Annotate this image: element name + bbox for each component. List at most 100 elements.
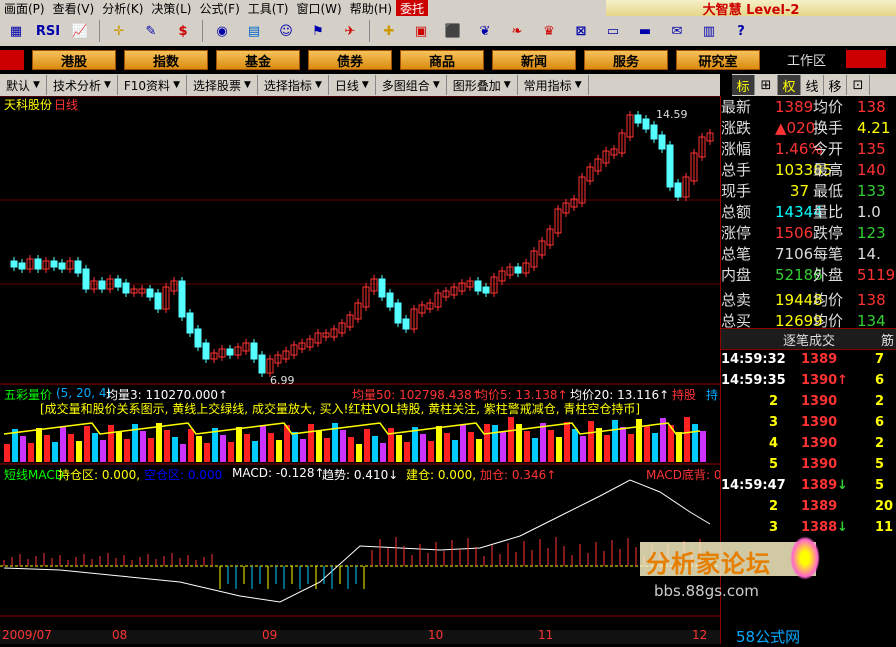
quote-key: 总手 (721, 161, 752, 179)
nav-button-6[interactable]: 服务 (584, 50, 668, 70)
document-icon[interactable]: ▥ (696, 19, 722, 43)
menu-item-1[interactable]: 查看(V) (49, 0, 99, 17)
right-tab-3[interactable]: 线 (801, 75, 824, 95)
crosshair-icon[interactable]: ✛ (106, 19, 132, 43)
quote-value: 52186 (775, 265, 823, 284)
date-tick: 11 (538, 628, 554, 642)
quote-key-2: 今开 (813, 140, 844, 158)
alarm-icon[interactable]: ✈ (337, 19, 363, 43)
volume-bar (44, 435, 50, 462)
window-icon[interactable]: ▭ (600, 19, 626, 43)
link-icon[interactable]: ❦ (472, 19, 498, 43)
net-icon[interactable]: ⊠ (568, 19, 594, 43)
tab-6[interactable]: 多图组合 ▼ (376, 75, 447, 95)
box-icon[interactable]: ▣ (408, 19, 434, 43)
volume-bar (364, 429, 370, 462)
quote-row: 总额 14344 量比 1.0 (721, 201, 896, 222)
mail-icon[interactable]: ✉ (664, 19, 690, 43)
dollar-icon[interactable]: $ (170, 19, 196, 43)
nav-bar: 港股 指数 基金 债券 商品 新闻 服务 研究室 工作区 (0, 46, 896, 74)
tab-2[interactable]: F10资料 ▼ (118, 75, 187, 95)
candle-body (642, 118, 650, 130)
volume-bar (164, 430, 170, 462)
high-price-label: 14.59 (656, 108, 688, 121)
candle-body (146, 288, 154, 298)
close-nav-button[interactable] (846, 50, 886, 68)
tick-time: 14:59:32 (721, 352, 786, 367)
volume-bar (628, 434, 634, 462)
tab-7[interactable]: 图形叠加 ▼ (447, 75, 518, 95)
grid-icon[interactable]: ▦ (3, 19, 29, 43)
nav-button-7[interactable]: 研究室 (676, 50, 760, 70)
volume-bar (292, 432, 298, 462)
candle-body (186, 312, 194, 334)
tick-price: 1390 (801, 373, 838, 388)
macd-title: 短线MACD (4, 468, 64, 482)
quote-value-2: 5119 (857, 265, 896, 284)
chess-icon[interactable]: ♛ (536, 19, 562, 43)
quote-key: 涨停 (721, 224, 752, 242)
macd-build: 建仓: 0.000, (406, 468, 477, 482)
volume-bar (564, 422, 570, 462)
tab-8[interactable]: 常用指标 ▼ (518, 75, 589, 95)
menu-item-5[interactable]: 工具(T) (244, 0, 293, 17)
nav-button-1[interactable]: 指数 (124, 50, 208, 70)
quote-value-2: 134 (857, 311, 886, 330)
kline-svg[interactable] (0, 95, 720, 644)
tab-1[interactable]: 技术分析 ▼ (47, 75, 118, 95)
nav-button-4[interactable]: 商品 (400, 50, 484, 70)
chart-icon[interactable]: 📈 (67, 19, 93, 43)
menu-item-4[interactable]: 公式(F) (195, 0, 243, 17)
tab-3[interactable]: 选择股票 ▼ (187, 75, 258, 95)
tick-header[interactable]: 逐笔成交 (721, 328, 896, 350)
right-tab-5[interactable]: ⊡ (847, 75, 870, 95)
right-tab-4[interactable]: 移 (824, 75, 847, 95)
help-icon[interactable]: ? (728, 19, 754, 43)
volume-bar (396, 435, 402, 462)
toolbar-divider (202, 20, 203, 42)
date-tick: 12 (692, 628, 708, 642)
right-tab-2[interactable]: 权 (778, 75, 801, 95)
right-tab-1[interactable]: ⊞ (755, 75, 778, 95)
tick-arrow: ↓ (837, 520, 848, 535)
right-tab-0[interactable]: 标 (732, 75, 755, 95)
rsi-icon[interactable]: RSI (35, 19, 61, 43)
chart-area[interactable]: 天科股份 日线 14.59 6.99 五彩量价 (5, 20, 4) 均量3: … (0, 95, 725, 644)
menu-item-7[interactable]: 帮助(H) (346, 0, 396, 17)
tick-row: 3 1390 6 (721, 415, 896, 436)
workspace-label[interactable]: 工作区 (787, 50, 826, 69)
quote-key-2: 换手 (813, 119, 844, 137)
menu-item-3[interactable]: 决策(L) (147, 0, 195, 17)
ruler-icon[interactable]: ✎ (138, 19, 164, 43)
fire-icon[interactable]: ❧ (504, 19, 530, 43)
bell-icon[interactable]: ⚑ (305, 19, 331, 43)
money-icon[interactable]: ⬛ (440, 19, 466, 43)
macd-line (3, 479, 711, 603)
nav-button-3[interactable]: 债券 (308, 50, 392, 70)
menu-item-0[interactable]: 画面(P) (0, 0, 49, 17)
nav-left-handle[interactable] (0, 50, 24, 70)
volume-bar (684, 417, 690, 462)
fund-icon[interactable]: ✚ (376, 19, 402, 43)
volume-bar (36, 428, 42, 462)
stocks-icon[interactable]: ◉ (209, 19, 235, 43)
date-tick: 08 (112, 628, 128, 642)
nav-button-5[interactable]: 新闻 (492, 50, 576, 70)
menu-item-6[interactable]: 窗口(W) (292, 0, 345, 17)
nav-button-0[interactable]: 港股 (32, 50, 116, 70)
candle-body (378, 278, 386, 298)
window2-icon[interactable]: ▬ (632, 19, 658, 43)
tab-0[interactable]: 默认 ▼ (0, 75, 47, 95)
tab-5[interactable]: 日线 ▼ (329, 75, 376, 95)
tick-side-label: 筋 (881, 334, 895, 349)
menu-item-2[interactable]: 分析(K) (98, 0, 147, 17)
nav-button-2[interactable]: 基金 (216, 50, 300, 70)
menu-item-8[interactable]: 委托 (396, 0, 429, 17)
tick-volume: 7 (875, 352, 885, 367)
f10-icon[interactable]: ▤ (241, 19, 267, 43)
dropdown-arrow-icon: ▼ (103, 80, 111, 90)
quote-key-2: 每笔 (813, 245, 844, 263)
volume-bar (444, 433, 450, 462)
tab-4[interactable]: 选择指标 ▼ (258, 75, 329, 95)
users-icon[interactable]: ☺ (273, 19, 299, 43)
